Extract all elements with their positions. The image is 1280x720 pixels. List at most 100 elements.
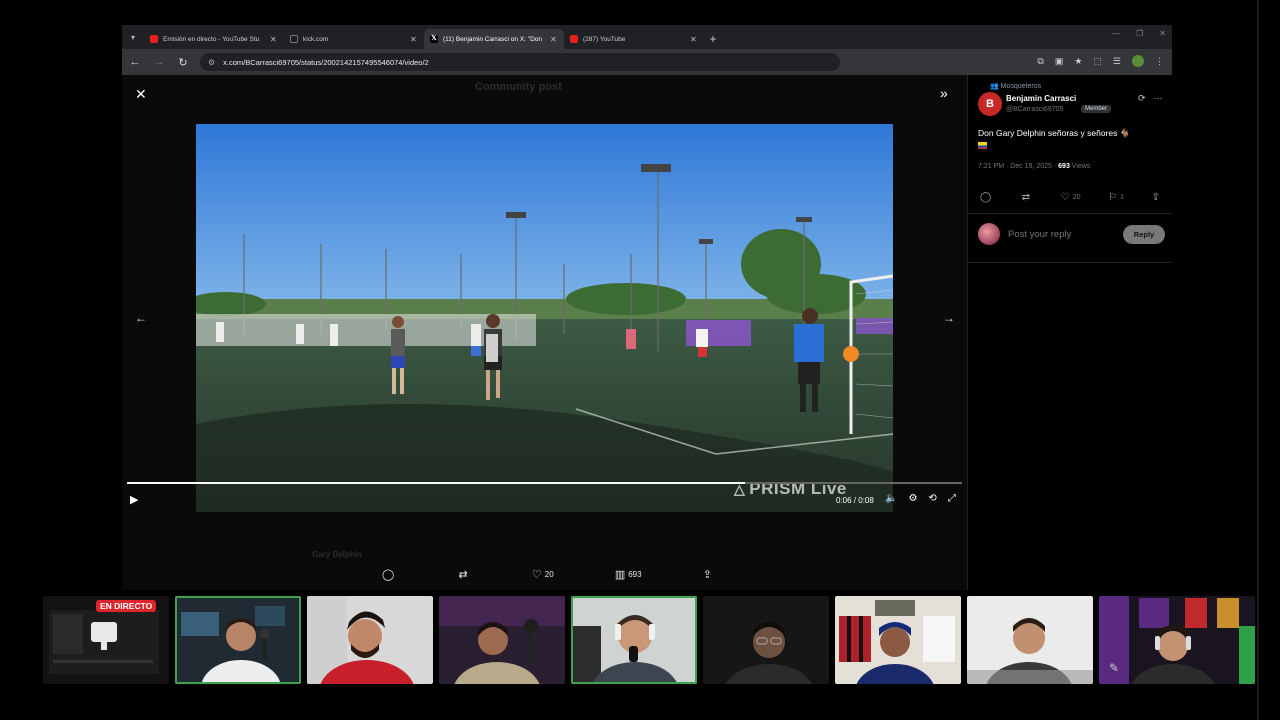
reply-button[interactable]: Reply bbox=[1123, 225, 1165, 244]
divider bbox=[968, 213, 1172, 214]
extensions-icon[interactable]: ⬚ bbox=[1093, 56, 1102, 67]
new-tab-button[interactable]: + bbox=[704, 29, 722, 49]
like-stat[interactable]: ♡ 20 bbox=[1061, 192, 1081, 203]
views-action[interactable]: ▥ 693 bbox=[615, 568, 642, 581]
site-info-icon[interactable]: ⚙ bbox=[208, 58, 215, 67]
participant-video: ✎ bbox=[1099, 596, 1255, 684]
reply-stat[interactable]: ◯ bbox=[980, 192, 994, 203]
maximize-icon[interactable]: ❐ bbox=[1136, 29, 1143, 38]
settings-icon[interactable]: ⚙ bbox=[908, 493, 917, 504]
author-name[interactable]: Benjamin Carrasci bbox=[1006, 94, 1076, 103]
reply-icon: ◯ bbox=[980, 192, 992, 203]
tab-title: (11) Benjamin Carrasci on X: "Don bbox=[443, 35, 543, 43]
volume-icon[interactable]: 🔈 bbox=[885, 493, 897, 504]
profile-avatar[interactable] bbox=[1132, 55, 1144, 67]
repost-action[interactable]: ⇄ bbox=[458, 568, 470, 581]
divider bbox=[968, 262, 1172, 263]
svg-text:✎: ✎ bbox=[1109, 661, 1119, 675]
post-time[interactable]: 7:21 PM · Dec 19, 2025 · bbox=[978, 163, 1058, 170]
tab-youtube-studio[interactable]: Emisión en directo - YouTube Stu ✕ bbox=[144, 29, 284, 49]
video-player[interactable] bbox=[196, 124, 893, 512]
tab-x-post[interactable]: 𝕏 (11) Benjamin Carrasci on X: "Don ✕ bbox=[424, 29, 564, 49]
video-progress-bar[interactable] bbox=[127, 482, 962, 484]
loop-icon[interactable]: ⟲ bbox=[928, 493, 936, 504]
participant-video bbox=[307, 596, 433, 684]
like-stat-count: 20 bbox=[1072, 194, 1081, 201]
video-controls: ▶ 0:06 / 0:08 🔈 ⚙ ⟲ ⤢ bbox=[130, 493, 960, 509]
back-icon[interactable]: ← bbox=[128, 56, 142, 68]
x-icon: 𝕏 bbox=[430, 35, 438, 43]
reply-icon: ◯ bbox=[382, 569, 395, 581]
post-stats: ◯ ⇄ ♡ 20 ⚐ 1 ⇪ bbox=[980, 192, 1160, 203]
x-media-viewer: Community post Gary Delphin ✕ » ← → △ PR… bbox=[122, 75, 1172, 590]
heart-icon: ♡ bbox=[531, 569, 542, 581]
my-avatar bbox=[978, 223, 1000, 245]
participant-strip: EN DIRECTO ✎ bbox=[43, 596, 1255, 684]
participant-tile-7[interactable] bbox=[967, 596, 1093, 684]
next-arrow-icon[interactable]: → bbox=[943, 311, 955, 325]
participant-tile-6[interactable] bbox=[835, 596, 961, 684]
author-handle[interactable]: @BCarrasci69705 bbox=[1006, 106, 1063, 113]
share-stat[interactable]: ⇪ bbox=[1152, 192, 1160, 203]
bookmark-stat-count: 1 bbox=[1120, 194, 1125, 201]
screen-share-tile[interactable]: EN DIRECTO bbox=[43, 596, 169, 684]
member-badge: Member bbox=[1081, 105, 1112, 113]
close-tab-icon[interactable]: ✕ bbox=[270, 35, 278, 44]
kick-icon bbox=[290, 35, 298, 43]
tab-youtube[interactable]: (287) YouTube ✕ bbox=[564, 29, 704, 49]
tab-strip: ▾ Emisión en directo - YouTube Stu ✕ kic… bbox=[122, 25, 1172, 49]
participant-video bbox=[835, 596, 961, 684]
reply-input[interactable]: Post your reply bbox=[1008, 229, 1071, 240]
participant-video bbox=[967, 596, 1093, 684]
bookmark-icon: ⚐ bbox=[1108, 192, 1118, 203]
participant-tile-8[interactable]: ✎ bbox=[1099, 596, 1255, 684]
media-controls-icon[interactable]: ☰ bbox=[1113, 56, 1121, 67]
translate-icon[interactable]: ⧉ bbox=[1037, 56, 1043, 67]
author-avatar[interactable]: B bbox=[978, 92, 1002, 116]
bookmark-star-icon[interactable]: ★ bbox=[1074, 56, 1082, 67]
close-window-icon[interactable]: ✕ bbox=[1159, 29, 1166, 38]
more-options-icon[interactable]: ··· bbox=[1154, 93, 1163, 104]
share-action[interactable]: ⇪ bbox=[703, 568, 712, 581]
cast-icon[interactable]: ▣ bbox=[1055, 56, 1064, 67]
close-tab-icon[interactable]: ✕ bbox=[410, 35, 418, 44]
play-icon[interactable]: ▶ bbox=[130, 493, 138, 506]
tab-kick[interactable]: kick.com ✕ bbox=[284, 29, 424, 49]
close-icon[interactable]: ✕ bbox=[135, 86, 147, 103]
previous-arrow-icon[interactable]: ← bbox=[135, 311, 147, 325]
post-sidebar: 👥 Mosqueteros B Benjamin Carrasci @BCarr… bbox=[967, 75, 1172, 590]
participant-tile-4[interactable] bbox=[571, 596, 697, 684]
participant-tile-3[interactable] bbox=[439, 596, 565, 684]
youtube-icon bbox=[150, 35, 158, 43]
bookmark-stat[interactable]: ⚐ 1 bbox=[1108, 192, 1124, 203]
community-label[interactable]: 👥 Mosqueteros bbox=[990, 82, 1041, 90]
forward-icon[interactable]: → bbox=[152, 56, 166, 68]
repost-stat[interactable]: ⇄ bbox=[1022, 192, 1033, 203]
post-views-label: Views bbox=[1069, 163, 1091, 170]
fullscreen-icon[interactable]: ⤢ bbox=[948, 493, 956, 504]
reload-icon[interactable]: ↻ bbox=[176, 56, 190, 69]
venezuela-flag-icon bbox=[978, 142, 987, 150]
ghost-community-title: Community post bbox=[475, 81, 562, 93]
address-bar[interactable]: ⚙ x.com/BCarrasci69705/status/2002142157… bbox=[200, 53, 840, 71]
participant-tile-5[interactable] bbox=[703, 596, 829, 684]
video-frame bbox=[196, 124, 893, 512]
toolbar-icons: ⧉ ▣ ★ ⬚ ☰ ⋮ bbox=[1037, 55, 1164, 67]
participant-tile-2[interactable] bbox=[307, 596, 433, 684]
post-views-count: 693 bbox=[1058, 163, 1070, 170]
close-tab-icon[interactable]: ✕ bbox=[690, 35, 698, 44]
window-controls: — ❐ ✕ bbox=[1112, 29, 1166, 38]
like-action[interactable]: ♡ 20 bbox=[532, 568, 554, 581]
menu-icon[interactable]: ⋮ bbox=[1155, 56, 1164, 67]
collapse-sidebar-icon[interactable]: » bbox=[940, 85, 948, 101]
repost-icon: ⇄ bbox=[458, 569, 468, 581]
grok-icon[interactable]: ⟳ bbox=[1138, 93, 1146, 104]
post-metadata: 7:21 PM · Dec 19, 2025 · 693 Views bbox=[978, 163, 1090, 170]
close-tab-icon[interactable]: ✕ bbox=[550, 35, 558, 44]
share-icon: ⇪ bbox=[702, 569, 712, 581]
share-icon: ⇪ bbox=[1151, 192, 1160, 203]
minimize-icon[interactable]: — bbox=[1112, 29, 1120, 38]
reply-action[interactable]: ◯ bbox=[382, 568, 397, 581]
participant-tile-1[interactable] bbox=[175, 596, 301, 684]
tab-search-icon[interactable]: ▾ bbox=[122, 25, 144, 49]
